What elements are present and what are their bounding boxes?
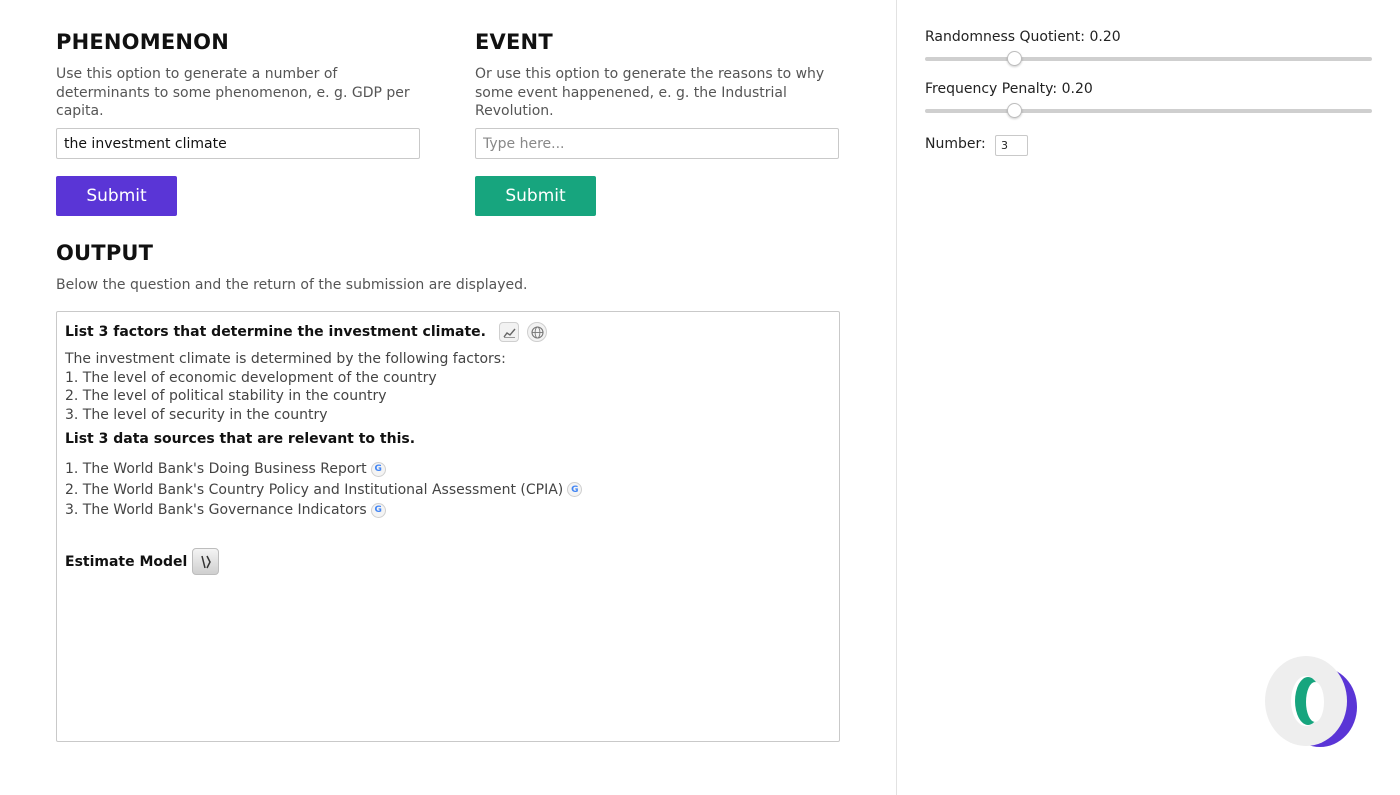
question-sources-text: List 3 data sources that are relevant to… xyxy=(65,431,416,447)
answer-intro: The investment climate is determined by … xyxy=(65,351,506,367)
factor-item: 3. The level of security in the country xyxy=(65,406,328,423)
randomness-slider-thumb[interactable] xyxy=(1007,51,1023,66)
globe-icon[interactable] xyxy=(527,322,547,342)
randomness-slider[interactable] xyxy=(925,51,1372,66)
output-question-sources: List 3 data sources that are relevant to… xyxy=(65,431,415,447)
source-item: 1. The World Bank's Doing Business Repor… xyxy=(65,459,582,480)
estimate-model-label: Estimate Model xyxy=(65,553,188,570)
google-search-icon[interactable]: G xyxy=(370,461,386,477)
phenomenon-description: Use this option to generate a number of … xyxy=(56,66,410,119)
output-question-factors: List 3 factors that determine the invest… xyxy=(65,322,547,342)
estimate-model-icon[interactable] xyxy=(192,548,220,575)
phenomenon-input[interactable] xyxy=(56,128,420,159)
frequency-slider-thumb[interactable] xyxy=(1007,103,1023,118)
event-submit-button[interactable]: Submit xyxy=(475,176,596,216)
frequency-slider[interactable] xyxy=(925,103,1372,118)
google-search-icon[interactable]: G xyxy=(567,482,583,498)
frequency-label: Frequency Penalty: 0.20 xyxy=(925,81,1093,97)
phenomenon-title: PHENOMENON xyxy=(56,30,229,54)
phenomenon-submit-button[interactable]: Submit xyxy=(56,176,177,216)
sources-list: 1. The World Bank's Doing Business Repor… xyxy=(65,459,583,521)
event-description: Or use this option to generate the reaso… xyxy=(475,66,825,119)
event-input[interactable] xyxy=(475,128,839,159)
output-box: List 3 factors that determine the invest… xyxy=(56,311,840,742)
output-title: OUTPUT xyxy=(56,241,154,265)
number-label: Number: xyxy=(925,136,986,152)
event-title: EVENT xyxy=(475,30,553,54)
estimate-model-row: Estimate Model xyxy=(65,548,220,575)
google-search-icon[interactable]: G xyxy=(370,502,386,518)
app-logo-icon xyxy=(1265,656,1357,747)
factor-item: 2. The level of political stability in t… xyxy=(65,388,387,404)
output-description: Below the question and the return of the… xyxy=(56,277,528,293)
main-panel: PHENOMENON Use this option to generate a… xyxy=(0,0,896,795)
number-input[interactable] xyxy=(995,135,1028,156)
source-item: 2. The World Bank's Country Policy and I… xyxy=(65,480,583,501)
source-item: 3. The World Bank's Governance Indicator… xyxy=(65,500,582,521)
chart-icon[interactable] xyxy=(499,322,519,342)
output-answer: The investment climate is determined by … xyxy=(65,350,506,424)
randomness-label: Randomness Quotient: 0.20 xyxy=(925,29,1121,45)
question-factors-text: List 3 factors that determine the invest… xyxy=(65,324,486,340)
factor-item: 1. The level of economic development of … xyxy=(65,369,437,386)
